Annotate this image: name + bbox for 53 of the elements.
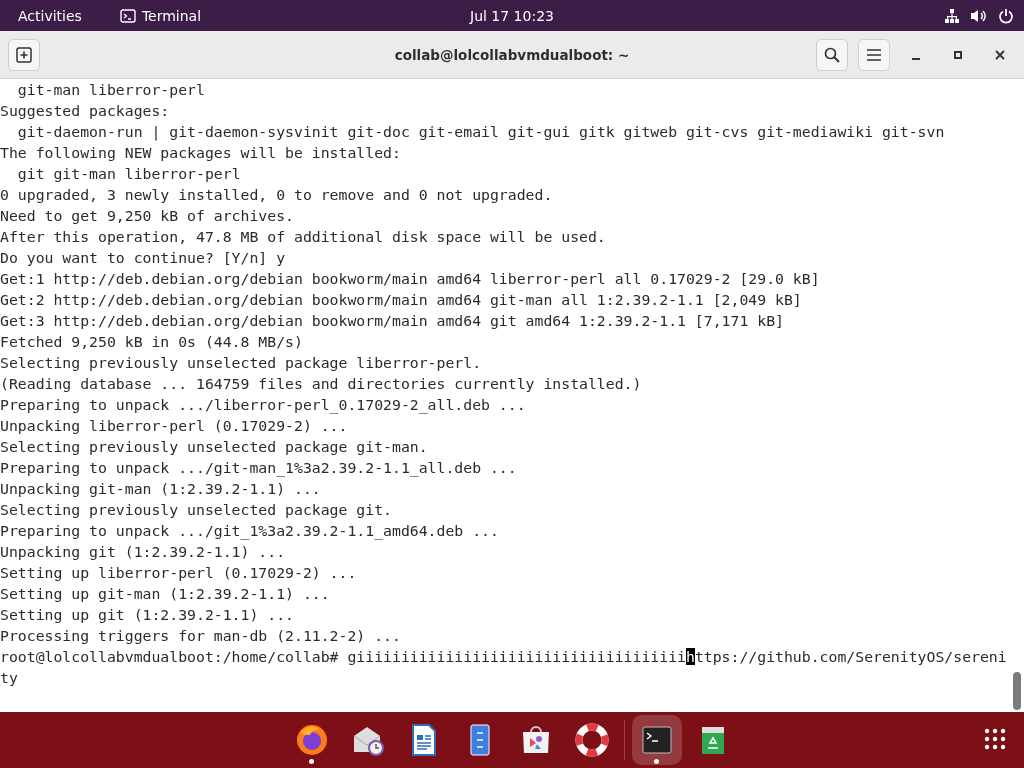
terminal-output-line: Unpacking git (1:2.39.2-1.1) ...	[0, 542, 287, 562]
terminal-output-line: Selecting previously unselected package git-man.	[0, 437, 429, 457]
window-title: collab@lolcollabvmdualboot: ~	[394, 46, 630, 63]
terminal-output-line: Get:3 http://deb.debian.org/debian bookworm/main amd64 git amd64 1:2.39.2-1.1 [7,171 kB]	[0, 311, 785, 331]
power-icon[interactable]	[998, 7, 1014, 24]
search-icon	[824, 46, 840, 63]
terminal-output-line: Need to get 9,250 kB of archives.	[0, 206, 295, 226]
clock-label[interactable]: Jul 17 10:23	[470, 7, 554, 24]
terminal-output-line: Setting up liberror-perl (0.17029-2) ...	[0, 563, 358, 583]
app-grid-button[interactable]	[984, 728, 1006, 750]
network-icon[interactable]	[944, 7, 960, 24]
activities-button[interactable]: Activities	[18, 7, 82, 24]
terminal-output-line: git git-man liberror-perl	[16, 164, 242, 184]
terminal-output-line: After this operation, 47.8 MB of additional disk space will be used.	[0, 227, 607, 247]
terminal-output-line: Preparing to unpack .../liberror-perl_0.17029-2_all.deb ...	[0, 395, 527, 415]
terminal-output-line: Suggested packages:	[0, 101, 171, 121]
terminal-output-line: git-daemon-run | git-daemon-sysvinit git-doc git-email git-gui gitk gitweb git-cvs git-mediawiki git-svn	[16, 122, 946, 142]
maximize-icon	[953, 49, 963, 60]
plus-icon	[16, 46, 32, 63]
running-indicator	[654, 759, 659, 764]
close-icon	[995, 49, 1005, 60]
menu-button[interactable]	[858, 38, 890, 71]
terminal-output-line: Get:1 http://deb.debian.org/debian bookworm/main amd64 liberror-perl all 0.17029-2 [29.0 kB]	[0, 269, 821, 289]
running-indicator	[309, 759, 314, 764]
terminal-output-line: Processing triggers for man-db (2.11.2-2) ...	[0, 626, 402, 646]
terminal-output-line: Selecting previously unselected package liberror-perl.	[0, 353, 483, 373]
terminal-icon	[639, 723, 674, 757]
command-line: root@lolcollabvmdualboot:/home/collab# giiiiiiiiiiiiiiiiiiiiiiiiiiiiiiiiiiiiihttps://github.com/SerenityOS/serenity	[0, 647, 1007, 688]
terminal-output-line: Get:2 http://deb.debian.org/debian bookworm/main amd64 git-man all 1:2.39.2-1.1 [2,049 kB]	[0, 290, 803, 310]
terminal-output-line: Fetched 9,250 kB in 0s (44.8 MB/s)	[0, 332, 304, 352]
app-menu-label[interactable]: Terminal	[141, 7, 202, 24]
terminal-output-line: Setting up git (1:2.39.2-1.1) ...	[0, 605, 295, 625]
dock-item[interactable]	[631, 715, 682, 765]
menu-icon	[866, 47, 882, 62]
terminal-output-line: Do you want to continue? [Y/n] y	[0, 248, 287, 268]
search-button[interactable]	[816, 38, 848, 71]
terminal-output-line: Preparing to unpack .../git-man_1%3a2.39.2-1.1_all.deb ...	[0, 458, 518, 478]
terminal-output-line: Selecting previously unselected package git.	[0, 500, 393, 520]
terminal-output-line: 0 upgraded, 3 newly installed, 0 to remove and 0 not upgraded.	[0, 185, 554, 205]
terminal-output-line: The following NEW packages will be installed:	[0, 143, 402, 163]
terminal-output-line: Unpacking git-man (1:2.39.2-1.1) ...	[0, 479, 322, 499]
terminal-output-line: Unpacking liberror-perl (0.17029-2) ...	[0, 416, 349, 436]
minimize-icon	[912, 57, 920, 60]
browser-icon	[294, 723, 329, 757]
help-icon	[574, 723, 609, 757]
volume-icon[interactable]	[970, 7, 988, 24]
terminal-output-line: Preparing to unpack .../git_1%3a2.39.2-1.1_amd64.deb ...	[0, 521, 500, 541]
terminal-output-line: Setting up git-man (1:2.39.2-1.1) ...	[0, 584, 331, 604]
terminal-output-line: git-man liberror-perl	[16, 80, 206, 100]
scrollbar-thumb[interactable]	[1013, 672, 1021, 710]
terminal-icon	[119, 8, 136, 23]
terminal-output-line: (Reading database ... 164759 files and directories currently installed.)	[0, 374, 643, 394]
new-tab-button[interactable]	[8, 38, 40, 71]
